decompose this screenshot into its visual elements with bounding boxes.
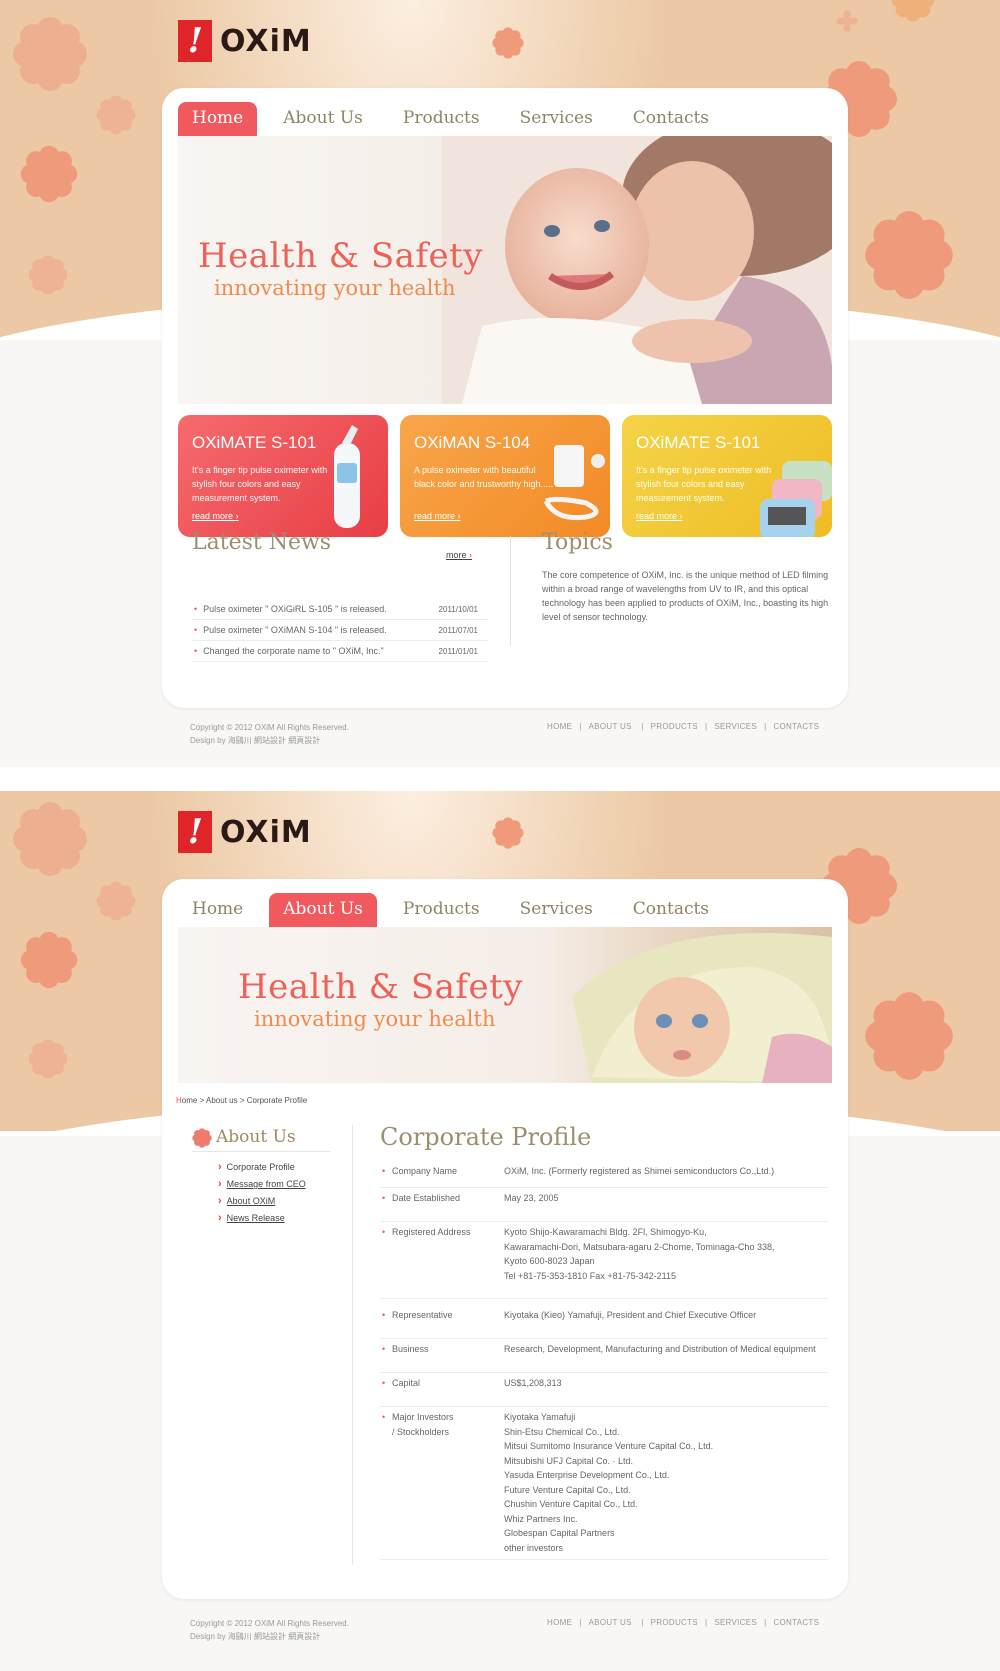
flower-decoration <box>96 95 136 135</box>
hero-title: Health & Safety <box>198 236 483 276</box>
logo-mark: ! <box>178 20 212 62</box>
profile-row-registered-address: Registered AddressKyoto Shijo-Kawaramach… <box>380 1225 828 1299</box>
latest-news-title: Latest News <box>192 530 332 555</box>
nav-products[interactable]: Products <box>389 893 494 927</box>
page-title: Corporate Profile <box>380 1123 592 1151</box>
breadcrumb: Home > About us > Corporate Profile <box>176 1096 308 1105</box>
news-item[interactable]: • Pulse oximeter " OXiMAN S-104 " is rele… <box>192 620 488 641</box>
logo-text: OXiM <box>220 23 312 59</box>
profile-row-capital: CapitalUS$1,208,313 <box>380 1376 828 1407</box>
flower-decoration <box>864 991 954 1081</box>
sidebar-title: About Us <box>216 1127 296 1147</box>
sidebar-divider <box>352 1125 353 1565</box>
flower-decoration <box>492 817 524 849</box>
profile-row-representative: RepresentativeKiyotaka (Kieo) Yamafuji, … <box>380 1308 828 1339</box>
about-page: ! OXiM Home About Us Products Services C… <box>0 791 1000 1671</box>
news-more-link[interactable]: more › <box>446 550 472 560</box>
nav-about-us[interactable]: About Us <box>269 102 377 136</box>
hero-banner: Health & Safety innovating your health <box>178 927 832 1083</box>
sidebar-link-about-oxim[interactable]: About OXiM <box>218 1195 276 1207</box>
nav-services[interactable]: Services <box>506 893 607 927</box>
sidebar-link-corporate-profile[interactable]: Corporate Profile <box>218 1161 295 1173</box>
main-nav: Home About Us Products Services Contacts <box>178 893 735 927</box>
product-name: OXiMATE S-101 <box>636 433 761 452</box>
flower-decoration <box>28 255 68 295</box>
about-flower-icon <box>192 1128 212 1153</box>
read-more-link[interactable]: read more › <box>192 511 239 521</box>
page-separator <box>0 767 1000 791</box>
hero-title: Health & Safety <box>238 967 523 1007</box>
flower-decoration <box>890 0 936 22</box>
divider <box>510 536 511 646</box>
hero-banner: Health & Safety innovating your health <box>178 136 832 404</box>
main-nav: Home About Us Products Services Contacts <box>178 102 735 136</box>
product-card-oximate-s101[interactable]: OXiMATE S-101 It's a finger tip pulse ox… <box>178 415 388 537</box>
product-card-oximate-s101-colors[interactable]: OXiMATE S-101 It's a finger tip pulse ox… <box>622 415 832 537</box>
sidebar-title-underline <box>192 1151 330 1152</box>
oxim-logo[interactable]: ! OXiM <box>178 20 312 62</box>
nav-home[interactable]: Home <box>178 893 257 927</box>
home-page: ! OXiM Home About Us Products Services C… <box>0 0 1000 767</box>
mother-baby-photo <box>442 136 832 404</box>
profile-row-major-investors: Major Investors / StockholdersKiyotaka Y… <box>380 1410 828 1560</box>
flower-decoration <box>492 27 524 59</box>
sidebar-link-message-from-ceo[interactable]: Message from CEO <box>218 1178 306 1190</box>
news-item[interactable]: • Pulse oximeter " OXiGiRL S-105 " is rel… <box>192 599 488 620</box>
oximeter-product-image <box>760 461 832 537</box>
oximeter-product-image <box>334 425 360 528</box>
nav-contacts[interactable]: Contacts <box>619 102 723 136</box>
nav-about-us[interactable]: About Us <box>269 893 377 927</box>
flower-decoration <box>96 881 136 921</box>
footer-copyright: Copyright © 2012 OXiM All Rights Reserve… <box>190 723 349 745</box>
profile-row-date-established: Date EstablishedMay 23, 2005 <box>380 1191 828 1222</box>
footer-link-home[interactable]: HOME <box>547 1618 572 1627</box>
sidebar-link-news-release[interactable]: News Release <box>218 1212 285 1224</box>
oxim-logo[interactable]: ! OXiM <box>178 811 312 853</box>
logo-text: OXiM <box>220 814 312 850</box>
footer-link-about[interactable]: ABOUT US <box>589 1618 632 1627</box>
news-item[interactable]: • Changed the corporate name to " OXiM, I… <box>192 641 488 662</box>
profile-row-business: BusinessResearch, Development, Manufactu… <box>380 1342 828 1373</box>
nav-products[interactable]: Products <box>389 102 494 136</box>
topics-title: Topics <box>542 530 613 555</box>
flower-decoration <box>20 931 78 989</box>
flower-decoration <box>20 145 78 203</box>
topics-text: The core competence of OXiM, Inc. is the… <box>542 570 829 622</box>
footer-link-about[interactable]: ABOUT US <box>589 722 632 731</box>
nav-contacts[interactable]: Contacts <box>619 893 723 927</box>
flower-decoration <box>12 801 88 877</box>
footer-link-services[interactable]: SERVICES <box>714 1618 757 1627</box>
read-more-link[interactable]: read more › <box>414 511 461 521</box>
hero-subtitle: innovating your health <box>254 1007 496 1031</box>
oximeter-product-image <box>543 445 605 521</box>
baby-blanket-photo <box>572 933 832 1083</box>
flower-decoration <box>864 210 954 300</box>
footer-nav: HOME | ABOUT US | PRODUCTS | SERVICES | CONTACT… <box>547 1618 820 1627</box>
footer-link-products[interactable]: PRODUCTS <box>651 1618 698 1627</box>
read-more-link[interactable]: read more › <box>636 511 683 521</box>
product-desc: It's a finger tip pulse oximeter with st… <box>192 465 328 503</box>
flower-decoration <box>28 1039 68 1079</box>
footer-copyright: Copyright © 2012 OXiM All Rights Reserve… <box>190 1619 349 1641</box>
flower-decoration <box>12 16 88 92</box>
footer-nav: HOME | ABOUT US | PRODUCTS | SERVICES | CONTACT… <box>547 722 820 731</box>
nav-services[interactable]: Services <box>506 102 607 136</box>
footer-link-contacts[interactable]: CONTACTS <box>773 722 819 731</box>
footer-link-products[interactable]: PRODUCTS <box>651 722 698 731</box>
profile-row-company-name: Company NameOXiM, Inc. (Formerly registe… <box>380 1164 828 1188</box>
footer-link-services[interactable]: SERVICES <box>714 722 757 731</box>
logo-mark: ! <box>178 811 212 853</box>
hero-subtitle: innovating your health <box>214 276 456 300</box>
nav-home[interactable]: Home <box>178 102 258 136</box>
footer-link-contacts[interactable]: CONTACTS <box>773 1618 819 1627</box>
footer-link-home[interactable]: HOME <box>547 722 572 731</box>
flower-decoration <box>836 10 858 32</box>
product-card-oximan-s104[interactable]: OXiMAN S-104 A pulse oximeter with beaut… <box>400 415 610 537</box>
